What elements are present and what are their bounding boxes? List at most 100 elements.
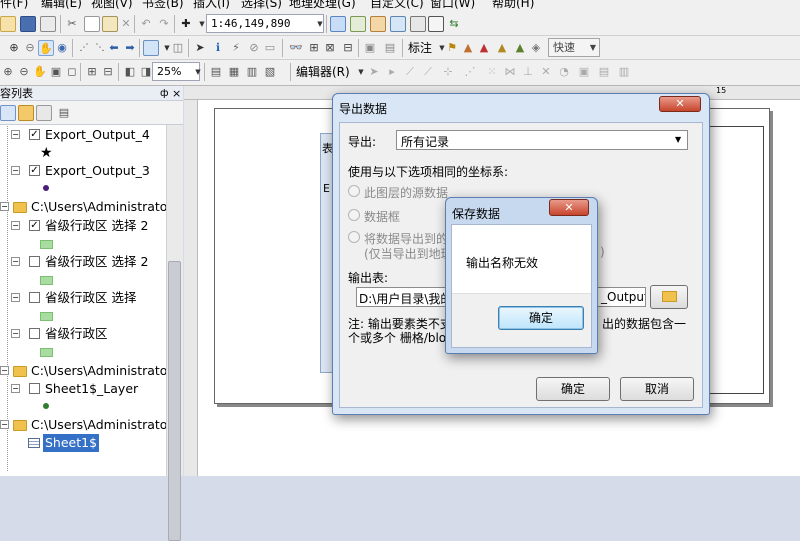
layer-visibility-checkbox[interactable] bbox=[29, 256, 40, 267]
layer-province-selection-2-checked[interactable]: − ✓ 省级行政区 选择 2 bbox=[0, 217, 166, 235]
identify-icon[interactable]: ℹ bbox=[210, 40, 226, 56]
split-icon[interactable]: ⊥ bbox=[520, 64, 536, 80]
collapse-icon[interactable]: − bbox=[0, 420, 9, 429]
menu-bookmarks[interactable]: 书签(B) bbox=[142, 0, 184, 11]
collapse-icon[interactable]: − bbox=[0, 366, 9, 375]
editor-options-icon[interactable]: ▥ bbox=[616, 64, 632, 80]
layer-visibility-checkbox[interactable] bbox=[29, 292, 40, 303]
layer-sheet1-layer[interactable]: − Sheet1$_Layer bbox=[0, 380, 166, 398]
add-data-icon[interactable]: ✚ bbox=[178, 16, 194, 32]
layer-province[interactable]: − 省级行政区 bbox=[0, 325, 166, 343]
select-elements-icon[interactable]: ➤ bbox=[192, 40, 208, 56]
time-slider-icon[interactable]: ⊟ bbox=[340, 40, 356, 56]
copy-icon[interactable] bbox=[84, 16, 100, 32]
label-quality-dropdown[interactable]: 快速 ▼ bbox=[548, 38, 600, 57]
layout-zoom-out-icon[interactable]: ⊖ bbox=[16, 64, 32, 80]
cut-polygons-icon[interactable]: ⋈ bbox=[502, 64, 518, 80]
open-icon[interactable] bbox=[0, 16, 16, 32]
previous-extent-icon[interactable]: ◧ bbox=[122, 64, 138, 80]
menu-file[interactable]: 件(F) bbox=[0, 0, 28, 11]
layer-export-output-4[interactable]: − ✓ Export_Output_4 bbox=[0, 126, 166, 144]
close-icon[interactable]: × bbox=[172, 86, 181, 101]
cut-icon[interactable]: ✂ bbox=[64, 16, 80, 32]
fixed-zoom-in-layout-icon[interactable]: ⊞ bbox=[84, 64, 100, 80]
pause-labeling-icon[interactable]: ▲ bbox=[512, 40, 528, 56]
collapse-icon[interactable]: − bbox=[11, 329, 20, 338]
layout-zoom-in-icon[interactable]: ⊕ bbox=[0, 64, 16, 80]
full-extent-icon[interactable]: ◉ bbox=[54, 40, 70, 56]
label-weight-icon[interactable]: ▲ bbox=[476, 40, 492, 56]
pin-icon[interactable]: ф bbox=[160, 86, 169, 101]
label-priority-icon[interactable]: ▲ bbox=[460, 40, 476, 56]
collapse-icon[interactable]: − bbox=[11, 384, 20, 393]
attributes-icon[interactable]: ◔ bbox=[556, 64, 572, 80]
table-of-contents-icon[interactable] bbox=[350, 16, 366, 32]
menu-help[interactable]: 帮助(H) bbox=[492, 0, 534, 11]
menu-insert[interactable]: 插入(I) bbox=[193, 0, 230, 11]
layer-visibility-checkbox[interactable]: ✓ bbox=[29, 165, 40, 176]
workspace-folder[interactable]: − C:\Users\Administrator\ bbox=[0, 416, 166, 434]
sketch-properties-icon[interactable]: ▣ bbox=[576, 64, 592, 80]
collapse-icon[interactable]: − bbox=[11, 130, 20, 139]
go-forward-icon[interactable]: ➡ bbox=[122, 40, 138, 56]
menu-windows[interactable]: 窗口(W) bbox=[430, 0, 475, 11]
paste-icon[interactable] bbox=[102, 16, 118, 32]
delete-icon[interactable]: ✕ bbox=[118, 16, 134, 32]
editor-menu[interactable]: 编辑器(R) bbox=[296, 64, 350, 80]
menu-edit[interactable]: 编辑(E) bbox=[41, 0, 82, 11]
find-route-icon[interactable]: ⊞ bbox=[306, 40, 322, 56]
arctoolbox-icon[interactable] bbox=[410, 16, 426, 32]
pan-icon[interactable]: ✋ bbox=[38, 40, 54, 56]
undo-icon[interactable]: ↶ bbox=[138, 16, 154, 32]
lock-labels-icon[interactable]: ▲ bbox=[494, 40, 510, 56]
ok-button[interactable]: 确定 bbox=[498, 306, 584, 330]
list-by-drawing-order-icon[interactable] bbox=[0, 105, 16, 121]
collapse-icon[interactable]: − bbox=[11, 221, 20, 230]
catalog-icon[interactable] bbox=[370, 16, 386, 32]
close-button[interactable]: ✕ bbox=[659, 96, 701, 112]
create-features-icon[interactable]: ▤ bbox=[596, 64, 612, 80]
measure-icon[interactable]: ▭ bbox=[262, 40, 278, 56]
focus-data-frame-icon[interactable]: ▦ bbox=[226, 64, 242, 80]
label-manager-icon[interactable]: ⚑ bbox=[444, 40, 460, 56]
zoom-out-icon[interactable]: ⊖ bbox=[22, 40, 38, 56]
find-icon[interactable]: 👓 bbox=[288, 40, 304, 56]
toggle-draft-icon[interactable]: ▤ bbox=[208, 64, 224, 80]
radio-layer-source[interactable] bbox=[348, 185, 360, 197]
table-sheet1[interactable]: Sheet1$ bbox=[0, 434, 166, 452]
create-viewer-icon[interactable]: ▣ bbox=[362, 40, 378, 56]
layer-visibility-checkbox[interactable] bbox=[29, 328, 40, 339]
straight-segment-icon[interactable]: ⟋ bbox=[402, 64, 418, 80]
layer-export-output-3[interactable]: − ✓ Export_Output_3 bbox=[0, 162, 166, 180]
collapse-icon[interactable]: − bbox=[11, 257, 20, 266]
view-unplaced-icon[interactable]: ◈ bbox=[528, 40, 544, 56]
workspace-folder[interactable]: − C:\Users\Administrator\ bbox=[0, 362, 166, 380]
swipe-icon[interactable]: ▤ bbox=[382, 40, 398, 56]
collapse-icon[interactable]: − bbox=[11, 293, 20, 302]
editor-toolbar-icon[interactable] bbox=[330, 16, 346, 32]
layer-visibility-checkbox[interactable] bbox=[29, 383, 40, 394]
workspace-folder[interactable]: − C:\Users\Administrator\ bbox=[0, 198, 166, 216]
search-window-icon[interactable] bbox=[390, 16, 406, 32]
collapse-icon[interactable]: − bbox=[0, 202, 9, 211]
hyperlink-icon[interactable]: ⚡ bbox=[228, 40, 244, 56]
fixed-zoom-out-layout-icon[interactable]: ⊟ bbox=[100, 64, 116, 80]
edit-annotation-icon[interactable]: ▸ bbox=[384, 64, 400, 80]
zoom-in-icon[interactable]: ⊕ bbox=[6, 40, 22, 56]
menu-geoprocessing[interactable]: 地理处理(G) bbox=[289, 0, 356, 11]
python-window-icon[interactable] bbox=[428, 16, 444, 32]
rotate-icon[interactable]: ✕ bbox=[538, 64, 554, 80]
layout-pan-icon[interactable]: ✋ bbox=[32, 64, 48, 80]
list-by-visibility-icon[interactable] bbox=[36, 105, 52, 121]
layer-province-selection-2[interactable]: − 省级行政区 选择 2 bbox=[0, 253, 166, 271]
select-features-icon[interactable] bbox=[143, 40, 159, 56]
trace-icon[interactable]: ⊹ bbox=[440, 64, 456, 80]
edit-vertices-icon[interactable]: ⋰ bbox=[462, 64, 478, 80]
radio-feature-dataset[interactable] bbox=[348, 231, 360, 243]
map-scale-input[interactable]: 1:46,149,890 bbox=[206, 14, 324, 33]
menu-customize[interactable]: 自定义(C) bbox=[370, 0, 424, 11]
ok-button[interactable]: 确定 bbox=[536, 377, 610, 401]
change-layout-icon[interactable]: ▥ bbox=[244, 64, 260, 80]
list-by-source-icon[interactable] bbox=[18, 105, 34, 121]
zoom-whole-page-icon[interactable]: ▣ bbox=[48, 64, 64, 80]
